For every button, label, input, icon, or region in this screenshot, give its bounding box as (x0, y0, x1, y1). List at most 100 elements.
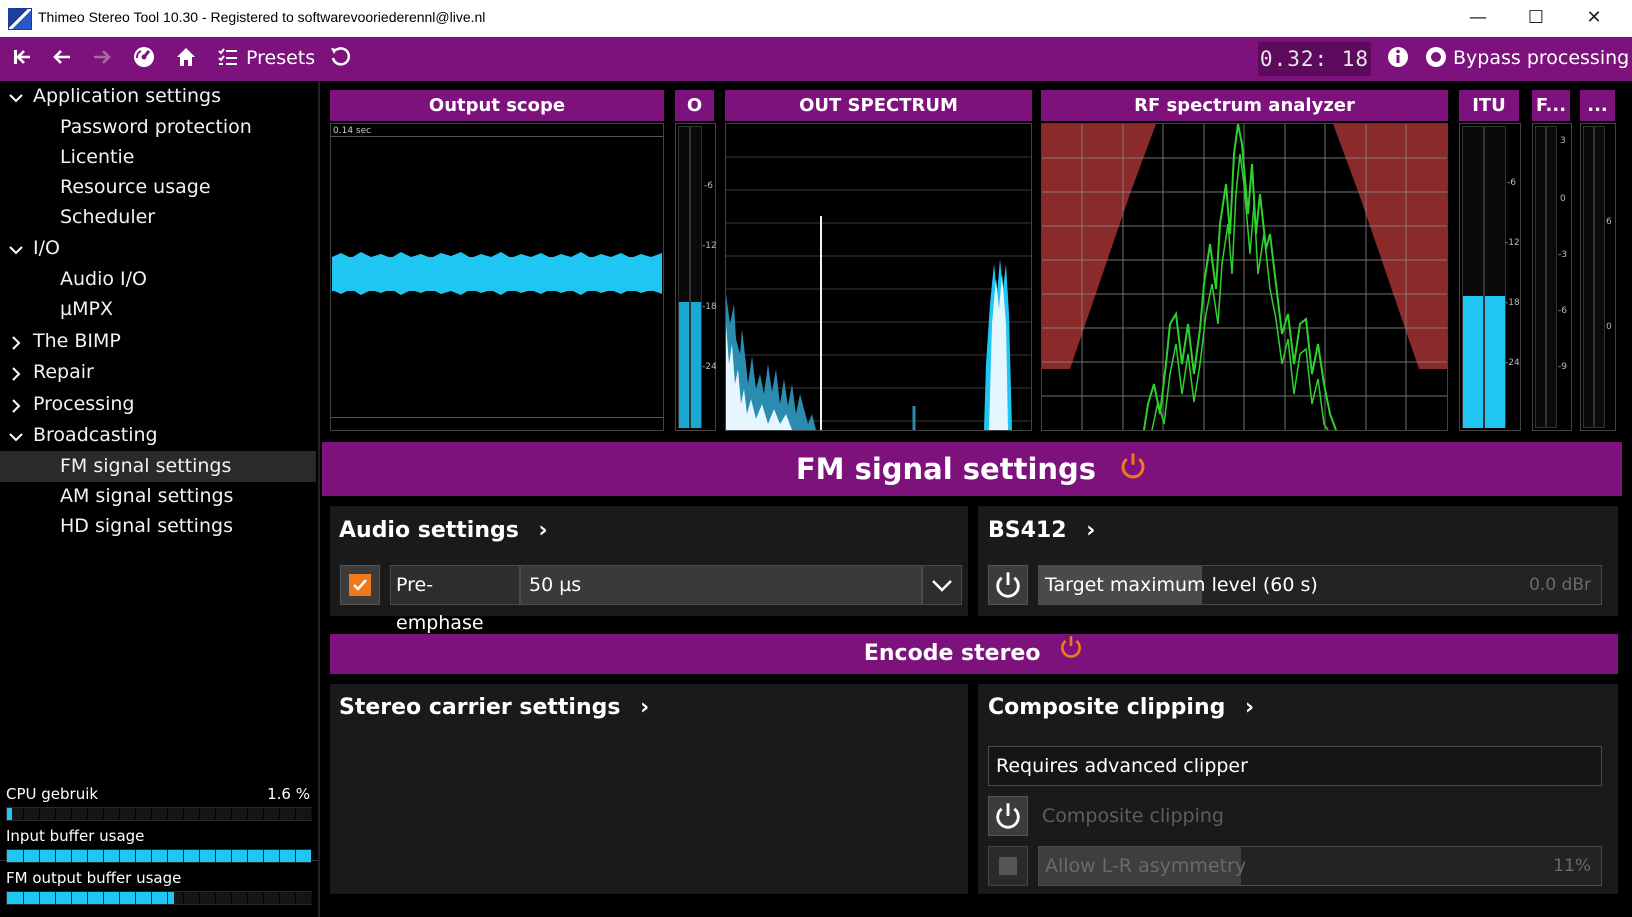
more-meter-panel[interactable]: 6 0 (1580, 123, 1616, 431)
sidebar-item-label: Repair (33, 361, 94, 383)
encode-stereo-power-icon[interactable] (1058, 634, 1084, 674)
pre-emphase-select[interactable]: 50 µs (520, 565, 922, 605)
sidebar-item-scheduler[interactable]: Scheduler (0, 202, 316, 233)
rf-spectrum-panel[interactable] (1041, 123, 1448, 431)
meter-fill (7, 808, 12, 820)
chevron-right-icon: › (640, 695, 650, 720)
bs412-label: BS412 (988, 518, 1067, 543)
window-title: Thimeo Stereo Tool 10.30 - Registered to… (38, 9, 486, 25)
chevron-down-icon[interactable] (8, 81, 26, 112)
itu-meter-panel[interactable]: -6 -12 -18 -24 (1459, 123, 1521, 431)
fm-signal-power-icon[interactable] (1118, 444, 1148, 498)
sidebar-item-hd-signal-settings[interactable]: HD signal settings (0, 511, 316, 542)
itu-meter-left-level (1463, 296, 1483, 428)
sidebar-item-am-signal-settings[interactable]: AM signal settings (0, 481, 316, 512)
rf-spectrum-title[interactable]: RF spectrum analyzer (1041, 90, 1448, 121)
sidebar-item-repair[interactable]: Repair (0, 357, 316, 388)
allow-lr-asymmetry-slider[interactable]: Allow L-R asymmetry 11% (1038, 846, 1602, 886)
meter-label: Input buffer usage (6, 827, 145, 845)
chevron-right-icon: › (1086, 518, 1096, 543)
sidebar-item-label: Processing (33, 393, 135, 415)
itu-tick: -24 (1505, 358, 1520, 368)
chevron-down-icon[interactable] (8, 420, 26, 451)
chevron-right-icon[interactable] (8, 326, 26, 357)
sidebar-item-label: Resource usage (60, 176, 211, 198)
undo-icon[interactable] (326, 45, 354, 73)
pre-emphase-checkbox[interactable] (340, 565, 380, 605)
sidebar-item-label: HD signal settings (60, 515, 233, 537)
target-maximum-level-slider[interactable]: Target maximum level (60 s) 0.0 dBr (1038, 565, 1602, 605)
bs412-title[interactable]: BS412 › (988, 518, 1095, 543)
sidebar-item-resource-usage[interactable]: Resource usage (0, 172, 316, 203)
output-scope-panel[interactable]: 0.14 sec (330, 123, 664, 431)
composite-clipping-label: Composite clipping (988, 695, 1226, 720)
sidebar-item-label: Application settings (33, 85, 221, 107)
forward-arrow-icon[interactable] (88, 45, 116, 73)
sidebar-item-password-protection[interactable]: Password protection (0, 112, 316, 143)
sidebar-item-audio-i-o[interactable]: Audio I/O (0, 264, 316, 295)
f-tick: 0 (1560, 194, 1566, 204)
sidebar-item-fm-signal-settings[interactable]: FM signal settings (0, 451, 316, 482)
allow-lr-asymmetry-label: Allow L-R asymmetry (1045, 855, 1247, 877)
itu-tick: -18 (1505, 298, 1520, 308)
more-meter-title[interactable]: ... (1580, 90, 1615, 121)
o-meter-right-level (691, 302, 701, 428)
f-tick: -3 (1558, 250, 1567, 260)
sidebar-item-the-bimp[interactable]: The BIMP (0, 326, 316, 357)
home-icon[interactable] (172, 45, 200, 73)
skip-start-icon[interactable] (8, 45, 36, 73)
chevron-down-icon[interactable] (922, 565, 962, 605)
audio-settings-title[interactable]: Audio settings › (339, 518, 548, 543)
back-arrow-icon[interactable] (48, 45, 76, 73)
meter-fill (7, 892, 175, 904)
composite-clipping-power-button[interactable] (988, 796, 1028, 836)
o-meter-panel[interactable]: -6 -12 -18 -24 (675, 123, 717, 431)
more-tick: 6 (1606, 217, 1612, 227)
chevron-right-icon[interactable] (8, 357, 26, 388)
dashboard-icon[interactable] (130, 45, 158, 73)
chevron-right-icon[interactable] (8, 389, 26, 420)
rf-spectrum-graph (1042, 123, 1447, 431)
audio-settings-label: Audio settings (339, 518, 519, 543)
f-meter-panel[interactable]: 3 0 -3 -6 -9 (1532, 123, 1572, 431)
f-tick: 3 (1560, 136, 1566, 146)
o-tick: -18 (702, 302, 717, 312)
presets-button[interactable]: Presets (246, 47, 315, 69)
sidebar-item-µmpx[interactable]: µMPX (0, 294, 316, 325)
target-level-label: Target maximum level (60 s) (1045, 574, 1318, 596)
chevron-down-icon[interactable] (8, 233, 26, 264)
meter-label: FM output buffer usage (6, 869, 182, 887)
itu-meter-right-level (1485, 296, 1505, 428)
o-meter-title[interactable]: O (675, 90, 714, 121)
stereo-carrier-card: Stereo carrier settings › (330, 684, 968, 894)
more-tick: 0 (1606, 322, 1612, 332)
info-icon[interactable] (1384, 45, 1412, 73)
stereo-carrier-title[interactable]: Stereo carrier settings › (339, 695, 649, 720)
sidebar-item-i-o[interactable]: I/O (0, 233, 316, 264)
out-spectrum-panel[interactable] (725, 123, 1032, 431)
allow-lr-asymmetry-checkbox[interactable] (988, 846, 1028, 886)
close-button[interactable]: ✕ (1566, 0, 1622, 36)
bs412-power-button[interactable] (988, 565, 1028, 605)
sidebar-item-processing[interactable]: Processing (0, 389, 316, 420)
f-meter-title[interactable]: F... (1532, 90, 1570, 121)
sidebar-item-broadcasting[interactable]: Broadcasting (0, 420, 316, 451)
out-spectrum-title[interactable]: OUT SPECTRUM (725, 90, 1032, 121)
maximize-button[interactable]: ☐ (1508, 0, 1564, 36)
presets-list-icon[interactable] (214, 45, 242, 73)
sidebar-item-licentie[interactable]: Licentie (0, 142, 316, 173)
sidebar-item-application-settings[interactable]: Application settings (0, 81, 316, 112)
output-scope-title[interactable]: Output scope (330, 90, 664, 121)
itu-meter-title[interactable]: ITU (1459, 90, 1519, 121)
itu-tick: -6 (1507, 178, 1516, 188)
toolbar: Presets 0.32: 18 Bypass processing (0, 37, 1632, 81)
o-tick: -24 (702, 362, 717, 372)
bypass-processing-button[interactable]: Bypass processing (1453, 47, 1629, 69)
bypass-power-icon[interactable] (1422, 45, 1450, 73)
target-level-value: 0.0 dBr (1529, 575, 1591, 595)
meter-fill (7, 850, 311, 862)
sidebar-item-label: AM signal settings (60, 485, 234, 507)
composite-clipping-title[interactable]: Composite clipping › (988, 695, 1254, 720)
o-tick: -12 (702, 241, 717, 251)
minimize-button[interactable]: — (1450, 0, 1506, 36)
